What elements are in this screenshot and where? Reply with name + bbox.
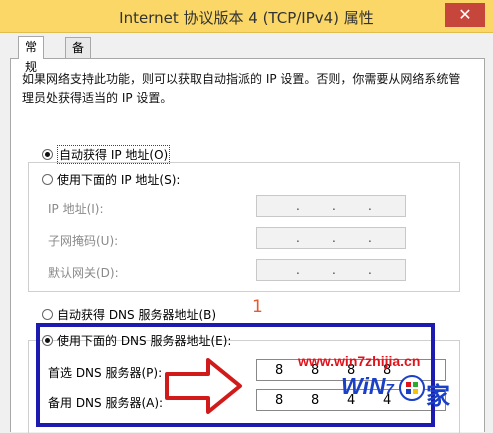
radio-manual-ip[interactable]: 使用下面的 IP 地址(S): [42,170,180,188]
default-gateway-input[interactable]: ... [256,259,406,281]
title-bar: Internet 协议版本 4 (TCP/IPv4) 属性 ✕ [0,0,493,33]
right-arrow-icon [165,358,242,414]
radio-button[interactable] [42,173,53,185]
windows-logo-icon [399,375,425,401]
tab-general[interactable]: 常规 [18,36,45,74]
close-icon: ✕ [458,5,472,24]
radio-button-checked[interactable] [42,148,53,160]
description-text: 如果网络支持此功能，则可以获取自动指派的 IP 设置。否则，你需要从网络系统管理… [22,72,461,105]
tab-alternate-config[interactable]: 备用配置 [65,37,92,115]
radio-auto-ip-label: 自动获得 IP 地址(O) [57,144,171,164]
radio-auto-ip[interactable]: 自动获得 IP 地址(O) [42,144,171,164]
default-gateway-label: 默认网关(D): [48,266,119,280]
ip-address-input[interactable]: ... [256,195,406,217]
subnet-mask-label: 子网掩码(U): [48,234,119,248]
ip-address-label: IP 地址(I): [48,202,104,216]
radio-manual-ip-label: 使用下面的 IP 地址(S): [57,172,181,187]
watermark-logo-text: WiN7 [341,373,394,399]
window-title: Internet 协议版本 4 (TCP/IPv4) 属性 [119,9,374,27]
radio-auto-dns[interactable]: 自动获得 DNS 服务器地址(B) [42,305,216,323]
close-button[interactable]: ✕ [445,3,485,27]
watermark-logo-char: 家 [426,381,450,410]
step-number: 1 [252,297,263,317]
radio-button[interactable] [42,308,53,320]
radio-auto-dns-label: 自动获得 DNS 服务器地址(B) [57,307,217,322]
subnet-mask-input[interactable]: ... [256,227,406,249]
watermark-url: www.win7zhijia.cn [298,353,421,369]
